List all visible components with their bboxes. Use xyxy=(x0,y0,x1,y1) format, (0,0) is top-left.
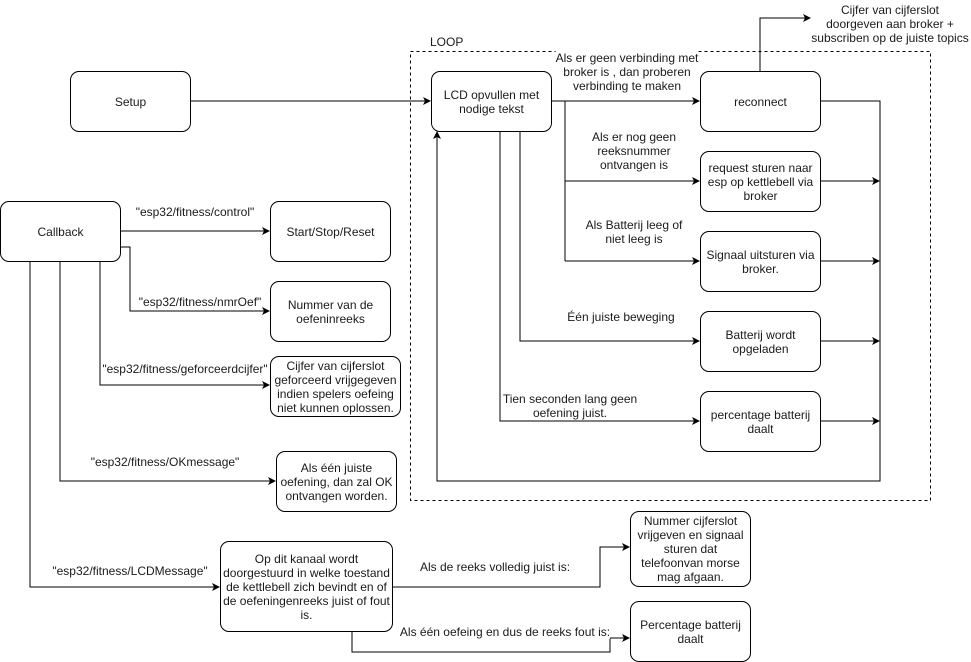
node-label: Setup xyxy=(114,94,147,109)
edge-reconnect-publish xyxy=(759,14,811,71)
node-label: Start/Stop/Reset xyxy=(286,224,375,239)
node-label: Op dit kanaal wordt doorgestuurd in welk… xyxy=(223,551,390,622)
node-start-stop-reset[interactable]: Start/Stop/Reset xyxy=(270,201,391,262)
node-signaal[interactable]: Signaal uitsturen via broker. xyxy=(700,231,821,292)
label-topic-ok: "esp32/fitness/OKmessage" xyxy=(90,455,240,469)
label-geen-reeks: Als er nog geen reeksnummer ontvangen is xyxy=(591,130,677,172)
node-label: Percentage batterij daalt xyxy=(640,617,741,646)
label-publish: Cijfer van cijferslot doorgeven aan brok… xyxy=(811,3,969,45)
node-label: Nummer cijferslot vrijgeven en signaal s… xyxy=(637,514,744,584)
node-nummer[interactable]: Nummer van de oefeninreeks xyxy=(270,281,391,342)
label-reeks-fout: Als één oefeing en dus de reeks fout is: xyxy=(399,625,611,639)
node-label: Als één juiste oefening, dan zal OK ontv… xyxy=(280,460,393,503)
label-reeks-juist: Als de reeks volledig juist is: xyxy=(419,560,571,574)
label-batterij-leeg: Als Batterij leeg of niet leeg is xyxy=(585,218,683,246)
node-reconnect[interactable]: reconnect xyxy=(700,71,821,132)
node-request[interactable]: request sturen naar esp op kettlebell vi… xyxy=(700,151,821,212)
node-label: Signaal uitsturen via broker. xyxy=(706,247,815,276)
node-setup[interactable]: Setup xyxy=(70,71,191,132)
node-percentage[interactable]: Percentage batterij daalt xyxy=(630,601,751,662)
node-batterij-opgeladen[interactable]: Batterij wordt opgeladen xyxy=(700,311,821,372)
node-batterij-daalt[interactable]: percentage batterij daalt xyxy=(700,391,821,452)
flowchart-canvas: LOOP Setup LCD opvullen met nodige tekst… xyxy=(0,0,971,662)
node-label: Cijfer van cijferslot geforceerd vrijgeg… xyxy=(274,358,397,415)
node-label: reconnect xyxy=(734,94,787,109)
node-label: LCD opvullen met nodige tekst xyxy=(443,87,540,116)
label-topic-geforceerd: "esp32/fitness/geforceerdcijfer" xyxy=(102,362,268,376)
node-ok[interactable]: Als één juiste oefening, dan zal OK ontv… xyxy=(276,451,397,512)
node-label: Batterij wordt opgeladen xyxy=(725,327,796,356)
node-label: request sturen naar esp op kettlebell vi… xyxy=(707,160,814,203)
node-cijfer-geforceerd[interactable]: Cijfer van cijferslot geforceerd vrijgeg… xyxy=(270,356,401,417)
loop-title: LOOP xyxy=(430,35,464,49)
label-tien-seconden: Tien seconden lang geen oefening juist. xyxy=(502,392,638,420)
label-topic-control: "esp32/fitness/control" xyxy=(135,205,255,219)
node-label: Callback xyxy=(37,224,84,239)
node-lcd-message[interactable]: Op dit kanaal wordt doorgestuurd in welk… xyxy=(220,541,393,632)
label-juiste-beweging: Één juiste beweging xyxy=(567,310,675,324)
node-lcd[interactable]: LCD opvullen met nodige tekst xyxy=(431,71,552,132)
edge-to-daalt xyxy=(499,131,700,425)
edge-callback-lcd xyxy=(29,261,220,591)
node-label: percentage batterij daalt xyxy=(710,407,811,436)
node-vrijgeven[interactable]: Nummer cijferslot vrijgeven en signaal s… xyxy=(630,511,751,587)
label-geen-verbinding: Als er geen verbinding met broker is , d… xyxy=(555,51,699,93)
label-topic-nmroef: "esp32/fitness/nmrOef" xyxy=(138,295,262,309)
node-callback[interactable]: Callback xyxy=(0,201,121,262)
node-label: Nummer van de oefeninreeks xyxy=(287,297,374,326)
label-topic-lcd: "esp32/fitness/LCDMessage" xyxy=(52,564,208,578)
